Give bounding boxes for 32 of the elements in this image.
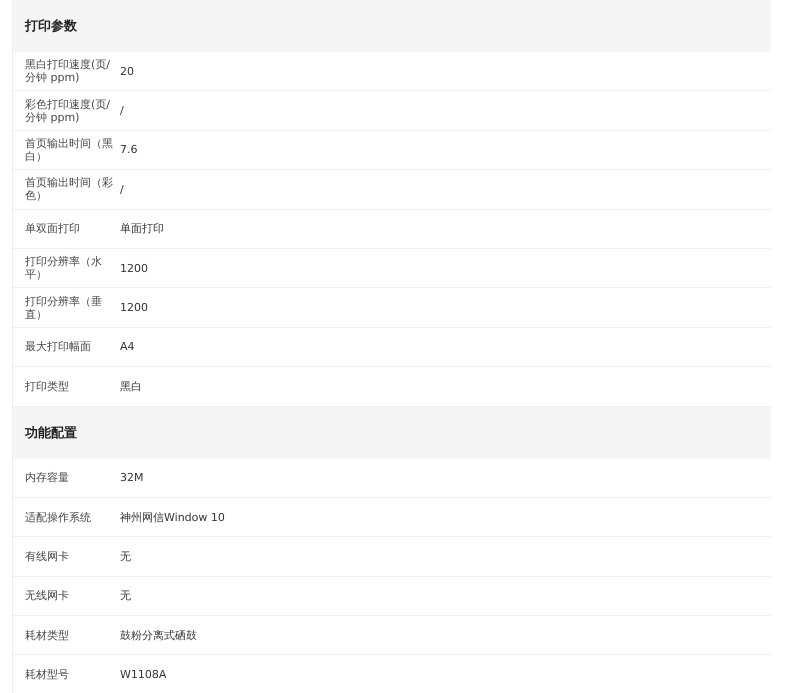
spec-value: 无	[120, 588, 131, 604]
spec-label: 首页输出时间（黑白）	[24, 136, 114, 163]
spec-value: 单面打印	[120, 221, 164, 236]
spec-value: 1200	[120, 301, 148, 314]
spec-label: 打印类型	[24, 380, 70, 393]
spec-value: 鼓粉分离式硒鼓	[120, 628, 197, 643]
spec-label: 耗材型号	[24, 668, 70, 682]
section-title: 功能配置	[25, 424, 77, 442]
spec-label: 首页输出时间（彩色）	[24, 176, 114, 202]
spec-value: 7.6	[120, 143, 138, 156]
spec-label: 打印分辨率（垂直）	[24, 294, 103, 321]
spec-label: 最大打印幅面	[24, 340, 92, 354]
spec-label: 无线网卡	[24, 589, 70, 602]
spec-label: 打印分辨率（水平）	[24, 255, 103, 282]
spec-value: 1200	[120, 262, 148, 275]
spec-label: 有线网卡	[24, 550, 70, 563]
spec-label: 适配操作系统	[24, 510, 92, 524]
spec-value: /	[120, 104, 124, 118]
spec-value: W1108A	[120, 668, 166, 682]
spec-value: A4	[120, 340, 135, 354]
spec-label: 内存容量	[24, 471, 70, 484]
spec-value: /	[120, 182, 124, 196]
spec-label: 黑白打印速度(页/分钟 ppm)	[24, 58, 111, 84]
spec-value: 20	[120, 64, 134, 78]
section-title: 打印参数	[25, 18, 77, 35]
spec-label: 单双面打印	[24, 222, 81, 236]
spec-value: 黑白	[120, 378, 142, 394]
spec-value: 32M	[120, 471, 144, 484]
spec-value: 神州网信Window 10	[120, 510, 225, 525]
spec-label: 彩色打印速度(页/分钟 ppm)	[24, 98, 111, 124]
spec-label: 耗材类型	[24, 628, 70, 642]
spec-value: 无	[120, 548, 131, 564]
